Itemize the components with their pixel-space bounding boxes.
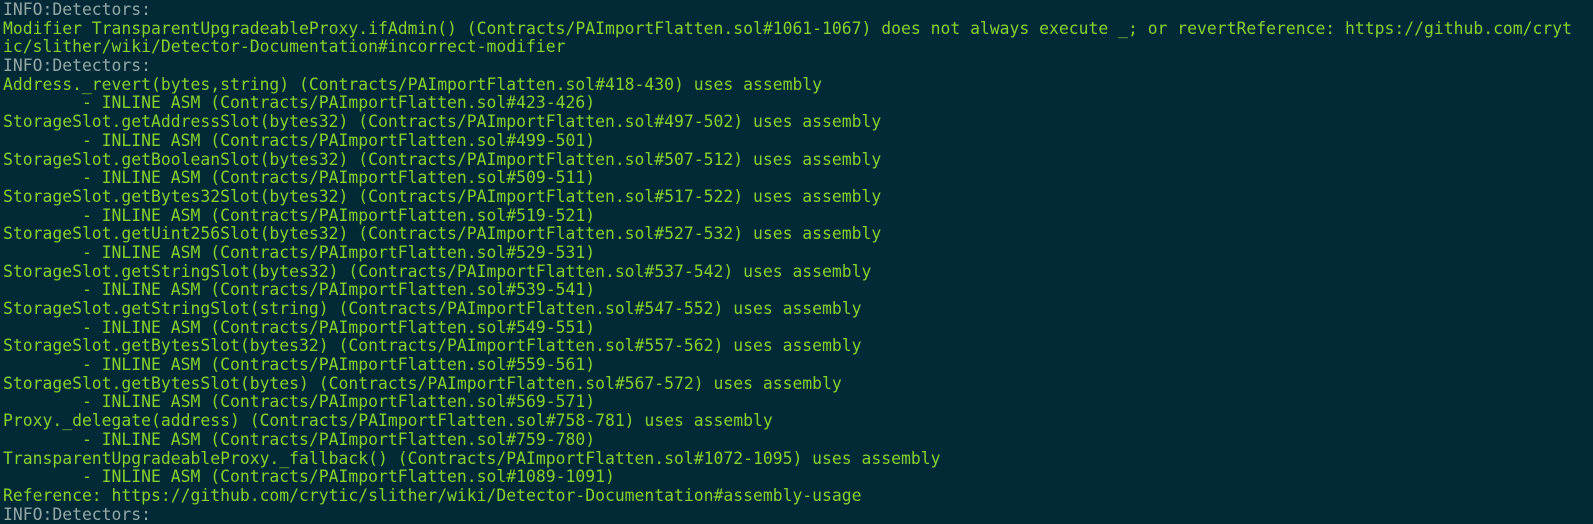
output-line: - INLINE ASM (Contracts/PAImportFlatten.… bbox=[3, 205, 596, 225]
output-line: - INLINE ASM (Contracts/PAImportFlatten.… bbox=[3, 93, 596, 113]
output-line: ic/slither/wiki/Detector-Documentation#i… bbox=[3, 37, 566, 57]
output-line: Address._revert(bytes,string) (Contracts… bbox=[3, 74, 823, 94]
output-line: - INLINE ASM (Contracts/PAImportFlatten.… bbox=[3, 317, 596, 337]
output-line: - INLINE ASM (Contracts/PAImportFlatten.… bbox=[3, 392, 596, 412]
output-line: - INLINE ASM (Contracts/PAImportFlatten.… bbox=[3, 130, 596, 150]
output-line: Modifier TransparentUpgradeableProxy.ifA… bbox=[3, 18, 1573, 38]
output-line: StorageSlot.getBytesSlot(bytes32) (Contr… bbox=[3, 336, 862, 356]
info-line: INFO:Detectors: bbox=[3, 0, 152, 19]
output-line: StorageSlot.getBooleanSlot(bytes32) (Con… bbox=[3, 149, 882, 169]
output-line: StorageSlot.getStringSlot(bytes32) (Cont… bbox=[3, 261, 872, 281]
output-line: - INLINE ASM (Contracts/PAImportFlatten.… bbox=[3, 355, 596, 375]
output-line: - INLINE ASM (Contracts/PAImportFlatten.… bbox=[3, 242, 596, 262]
output-line: TransparentUpgradeableProxy._fallback() … bbox=[3, 448, 941, 468]
info-line: INFO:Detectors: bbox=[3, 56, 152, 76]
output-line: - INLINE ASM (Contracts/PAImportFlatten.… bbox=[3, 429, 596, 449]
output-line: StorageSlot.getStringSlot(string) (Contr… bbox=[3, 299, 862, 318]
terminal-output[interactable]: INFO:Detectors: Modifier TransparentUpgra… bbox=[3, 0, 1573, 524]
output-line: - INLINE ASM (Contracts/PAImportFlatten.… bbox=[3, 467, 615, 487]
output-line: StorageSlot.getAddressSlot(bytes32) (Con… bbox=[3, 112, 882, 132]
output-line: StorageSlot.getBytesSlot(bytes) (Contrac… bbox=[3, 373, 842, 393]
output-line: StorageSlot.getBytes32Slot(bytes32) (Con… bbox=[3, 186, 882, 206]
output-line: StorageSlot.getUint256Slot(bytes32) (Con… bbox=[3, 224, 882, 244]
output-line: Proxy._delegate(address) (Contracts/PAIm… bbox=[3, 411, 773, 431]
output-line: Reference: https://github.com/crytic/sli… bbox=[3, 485, 862, 505]
output-line: - INLINE ASM (Contracts/PAImportFlatten.… bbox=[3, 168, 596, 188]
info-line: INFO:Detectors: bbox=[3, 504, 152, 524]
output-line: - INLINE ASM (Contracts/PAImportFlatten.… bbox=[3, 280, 596, 300]
